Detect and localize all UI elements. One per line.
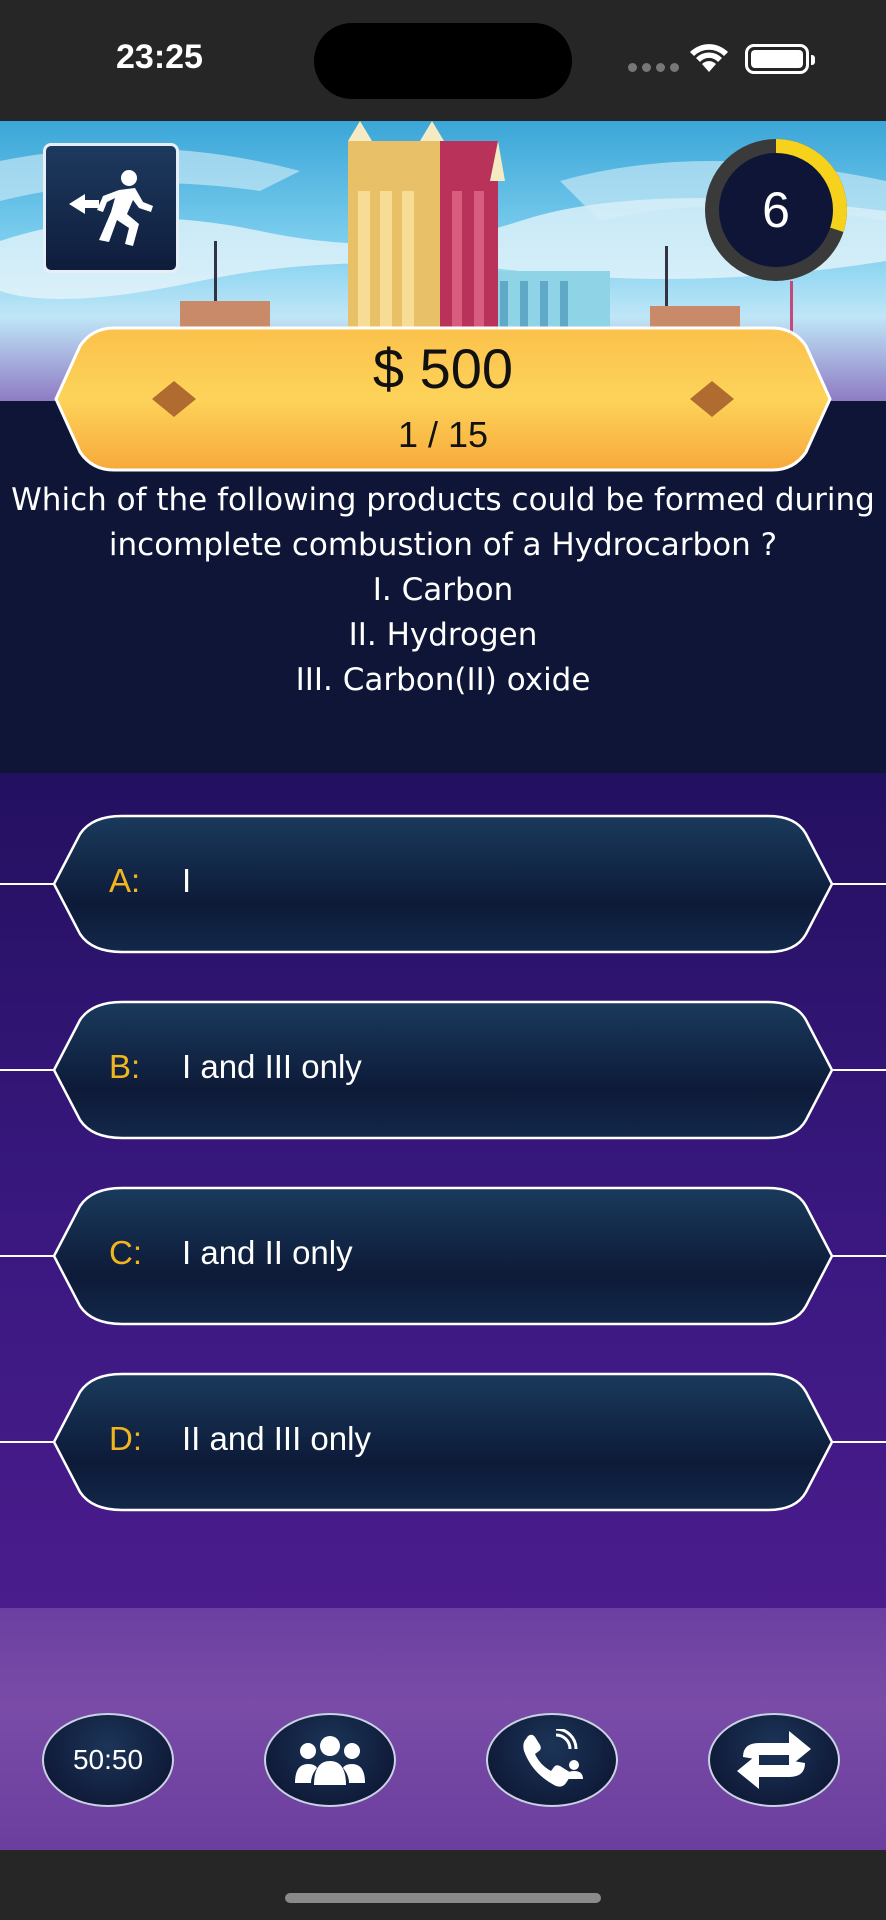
question-line: incomplete combustion of a Hydrocarbon ? [108, 527, 778, 563]
countdown-timer: 6 [703, 137, 849, 283]
fifty-fifty-label: 50:50 [72, 1744, 144, 1775]
cellular-signal-icon [628, 63, 679, 72]
answer-option-d[interactable]: D: II and III only [0, 1372, 886, 1512]
answer-letter: B: [109, 1048, 141, 1085]
lifeline-phone-friend-button[interactable] [486, 1713, 618, 1807]
question-counter: 1 / 15 [397, 414, 489, 455]
lifeline-switch-question-button[interactable] [708, 1713, 840, 1807]
answer-option-c[interactable]: C: I and II only [0, 1186, 886, 1326]
answer-text: II and III only [182, 1420, 371, 1457]
answer-text: I and II only [182, 1234, 353, 1271]
phone-call-icon [523, 1729, 583, 1787]
battery-icon [745, 44, 815, 74]
exit-running-man-icon [69, 170, 153, 246]
prize-amount: $ 500 [372, 337, 514, 400]
question-line: I. Carbon [372, 572, 514, 608]
answer-letter: A: [109, 862, 141, 899]
status-time: 23:25 [116, 38, 203, 76]
dynamic-island [314, 23, 572, 99]
answer-letter: C: [109, 1234, 142, 1271]
answer-option-b[interactable]: B: I and III only [0, 1000, 886, 1140]
question-text: Which of the following products could be… [0, 478, 886, 703]
question-line: III. Carbon(II) oxide [295, 662, 591, 698]
home-bar-area [0, 1850, 886, 1920]
lifeline-fifty-fifty-button[interactable]: 50:50 [42, 1713, 174, 1807]
switch-arrows-icon [737, 1731, 811, 1789]
question-line: II. Hydrogen [348, 617, 538, 653]
audience-icon [295, 1736, 365, 1785]
home-indicator[interactable] [285, 1893, 601, 1903]
wifi-icon [690, 44, 728, 72]
answer-text: I [182, 862, 192, 899]
status-bar: 23:25 [0, 0, 886, 121]
answer-letter: D: [109, 1420, 142, 1457]
lifeline-ask-audience-button[interactable] [264, 1713, 396, 1807]
answer-option-a[interactable]: A: I [0, 814, 886, 954]
exit-game-button[interactable] [43, 143, 179, 273]
timer-seconds: 6 [762, 182, 790, 238]
prize-banner: $ 500 1 / 15 [54, 326, 832, 472]
question-line: Which of the following products could be… [11, 482, 875, 518]
answer-text: I and III only [182, 1048, 362, 1085]
